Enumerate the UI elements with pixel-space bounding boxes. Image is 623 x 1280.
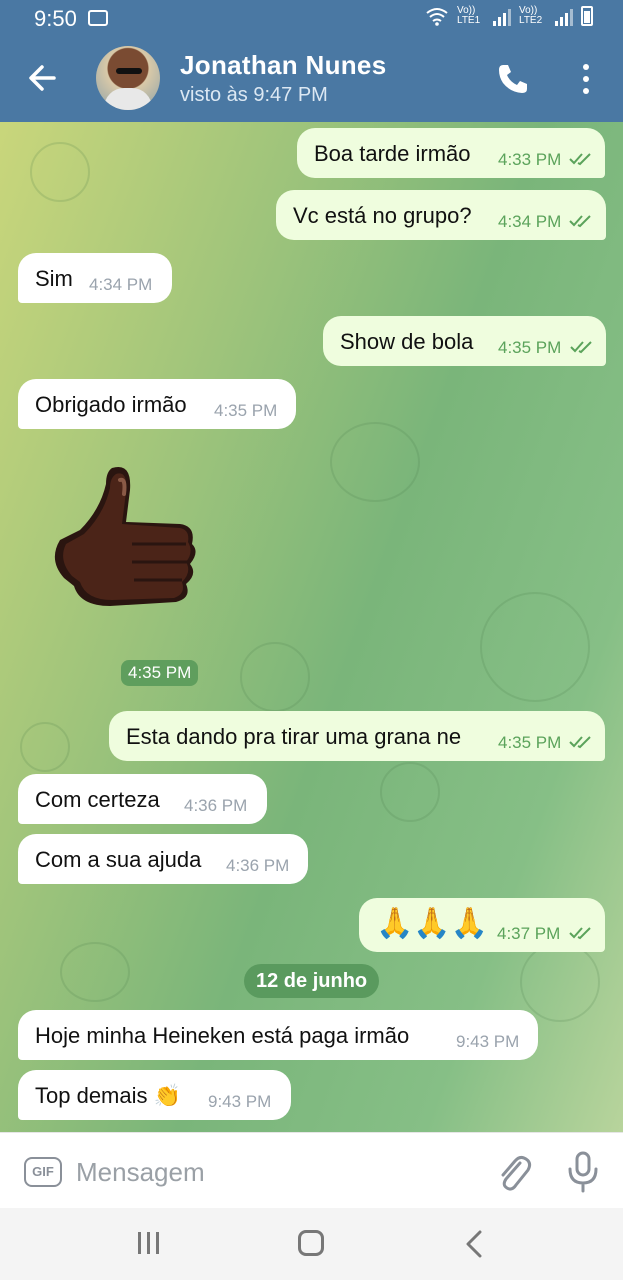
- gif-button[interactable]: GIF: [24, 1157, 62, 1187]
- date-separator: 12 de junho: [244, 964, 380, 998]
- double-check-icon: [569, 736, 591, 749]
- chat-header: Jonathan Nunes visto às 9:47 PM: [0, 36, 623, 122]
- message-outgoing[interactable]: Esta dando pra tirar uma grana ne 4:35 P…: [109, 711, 605, 761]
- sim2-label: Vo)) LTE2: [519, 5, 543, 26]
- message-text: Com a sua ajuda: [35, 847, 202, 872]
- avatar-shirt: [104, 88, 152, 110]
- recent-apps-icon[interactable]: [138, 1232, 162, 1254]
- pray-emoji-message: 🙏🙏🙏: [376, 907, 489, 940]
- message-outgoing[interactable]: Vc está no grupo? 4:34 PM: [276, 190, 606, 240]
- status-bar: 9:50 Vo)) LTE1 Vo)) LTE2: [0, 0, 623, 36]
- message-incoming[interactable]: Hoje minha Heineken está paga irmão 9:43…: [18, 1010, 538, 1060]
- message-input[interactable]: Mensagem: [76, 1157, 205, 1188]
- microphone-icon[interactable]: [566, 1151, 600, 1193]
- message-time: 9:43 PM: [208, 1092, 272, 1111]
- home-icon[interactable]: [298, 1230, 324, 1256]
- notification-icon: [88, 10, 108, 26]
- message-text: Vc está no grupo?: [293, 203, 472, 228]
- message-time: 4:35 PM: [498, 338, 562, 357]
- signal-icon-1: [493, 9, 511, 26]
- message-time: 4:36 PM: [226, 856, 290, 875]
- double-check-icon: [569, 215, 591, 228]
- background-doodle: [240, 642, 310, 712]
- message-outgoing[interactable]: Boa tarde irmão 4:33 PM: [297, 128, 605, 178]
- background-doodle: [60, 942, 130, 1002]
- message-text: Obrigado irmão: [35, 392, 187, 417]
- signal-icon-2: [555, 9, 573, 26]
- contact-name[interactable]: Jonathan Nunes: [180, 50, 386, 81]
- double-check-icon: [569, 153, 591, 166]
- avatar-glasses: [116, 68, 142, 74]
- background-doodle: [30, 142, 90, 202]
- last-seen: visto às 9:47 PM: [180, 84, 328, 106]
- message-outgoing[interactable]: Show de bola 4:35 PM: [323, 316, 606, 366]
- message-time: 4:35 PM: [498, 733, 562, 752]
- back-icon[interactable]: [462, 1230, 486, 1258]
- message-incoming[interactable]: Com a sua ajuda 4:36 PM: [18, 834, 308, 884]
- message-incoming[interactable]: Sim 4:34 PM: [18, 253, 172, 303]
- thumbs-up-sticker[interactable]: [40, 460, 200, 630]
- message-text: Esta dando pra tirar uma grana ne: [126, 724, 462, 749]
- message-time: 4:37 PM: [497, 924, 561, 943]
- sticker-time: 4:35 PM: [121, 660, 199, 686]
- message-time: 4:34 PM: [498, 212, 562, 231]
- message-text: Boa tarde irmão: [314, 141, 471, 166]
- double-check-icon: [570, 341, 592, 354]
- message-incoming[interactable]: Com certeza 4:36 PM: [18, 774, 267, 824]
- wifi-icon: [426, 8, 448, 26]
- message-text: Sim: [35, 266, 73, 291]
- background-doodle: [330, 422, 420, 502]
- message-time: 4:36 PM: [184, 796, 248, 815]
- message-time: 4:33 PM: [498, 150, 562, 169]
- battery-icon: [581, 6, 593, 26]
- avatar[interactable]: [96, 46, 160, 110]
- status-time: 9:50: [34, 6, 77, 31]
- message-text: Top demais 👏: [35, 1083, 182, 1108]
- background-doodle: [520, 942, 600, 1022]
- message-text: Show de bola: [340, 329, 474, 354]
- message-time: 9:43 PM: [456, 1032, 520, 1051]
- more-options-icon[interactable]: [574, 62, 598, 96]
- back-arrow-icon[interactable]: [24, 58, 60, 98]
- message-incoming[interactable]: Obrigado irmão 4:35 PM: [18, 379, 296, 429]
- message-outgoing[interactable]: 🙏🙏🙏 4:37 PM: [359, 898, 605, 952]
- double-check-icon: [569, 927, 591, 940]
- background-doodle: [480, 592, 590, 702]
- message-text: Hoje minha Heineken está paga irmão: [35, 1023, 410, 1048]
- background-doodle: [380, 762, 440, 822]
- message-time: 4:35 PM: [214, 401, 278, 420]
- message-composer: GIF Mensagem: [0, 1132, 623, 1208]
- status-indicators: Vo)) LTE1 Vo)) LTE2: [425, 6, 593, 26]
- message-text: Com certeza: [35, 787, 160, 812]
- system-navigation-bar: [0, 1208, 623, 1280]
- background-doodle: [20, 722, 70, 772]
- paperclip-icon[interactable]: [496, 1153, 532, 1193]
- phone-icon[interactable]: [496, 62, 530, 96]
- message-incoming[interactable]: Top demais 👏 9:43 PM: [18, 1070, 291, 1120]
- message-time: 4:34 PM: [89, 275, 153, 294]
- sim1-label: Vo)) LTE1: [457, 5, 481, 26]
